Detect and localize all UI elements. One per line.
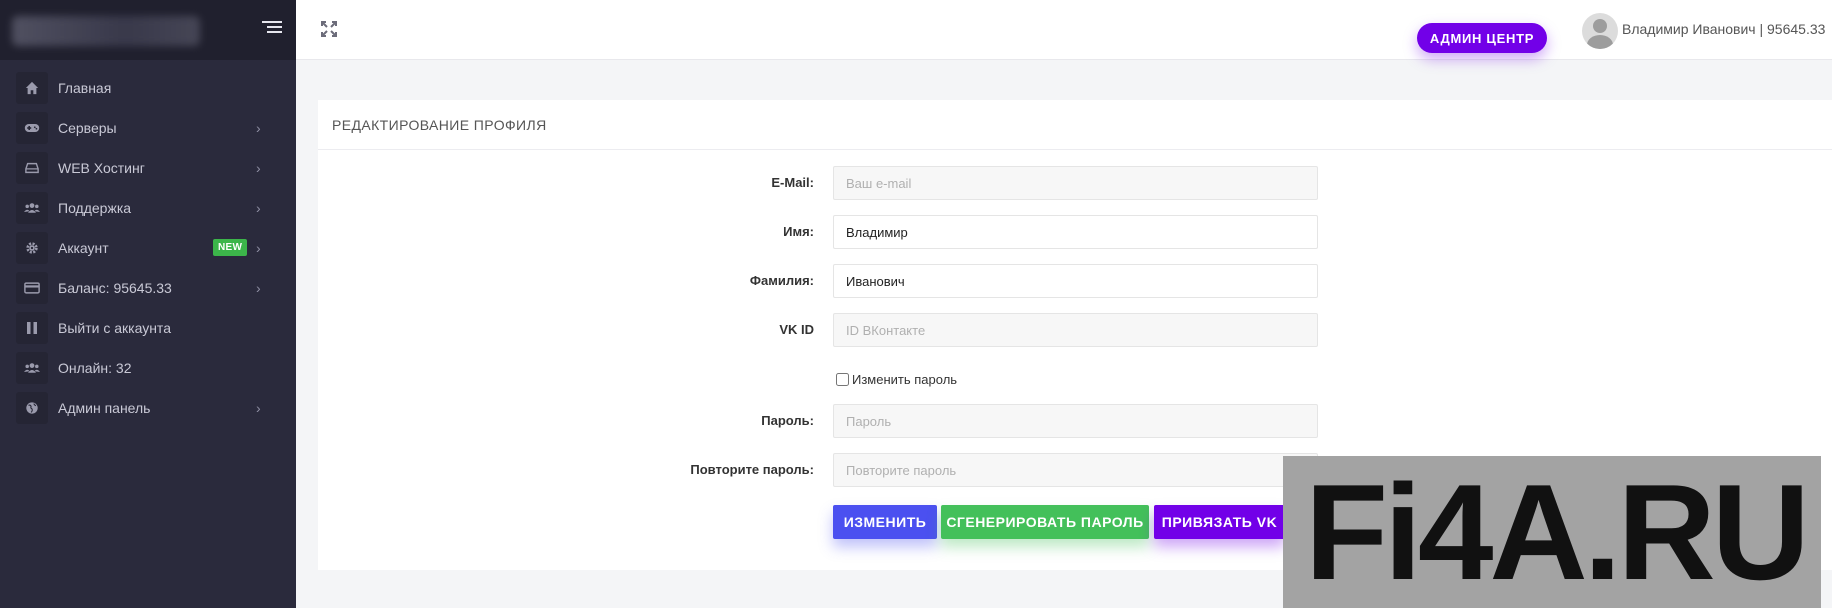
generate-password-button[interactable]: СГЕНЕРИРОВАТЬ ПАРОЛЬ	[941, 505, 1149, 539]
vk-id-field[interactable]	[833, 313, 1318, 347]
chevron-right-icon: ›	[256, 120, 261, 136]
menu-toggle-icon[interactable]	[262, 21, 282, 37]
vk-id-label: VK ID	[779, 322, 814, 337]
sidebar-item-label: Онлайн: 32	[58, 360, 132, 376]
user-info[interactable]: Владимир Иванович | 95645.33	[1622, 21, 1825, 37]
logo	[12, 16, 200, 46]
sidebar-item-label: Аккаунт	[58, 240, 109, 256]
sidebar-item-label: Админ панель	[58, 400, 151, 416]
sidebar-item-web-hosting[interactable]: WEB Хостинг ›	[0, 148, 296, 188]
sidebar-nav: Главная Серверы › WEB Хостинг › Поддержк…	[0, 68, 296, 428]
last-name-field[interactable]	[833, 264, 1318, 298]
chevron-right-icon: ›	[256, 200, 261, 216]
sidebar-item-label: Главная	[58, 80, 112, 96]
sidebar-item-home[interactable]: Главная	[0, 68, 296, 108]
home-icon	[16, 72, 48, 104]
save-button[interactable]: ИЗМЕНИТЬ	[833, 505, 937, 539]
watermark: Fi4A.RU	[1283, 456, 1821, 608]
last-name-label: Фамилия:	[749, 273, 814, 288]
chevron-right-icon: ›	[256, 400, 261, 416]
password-field[interactable]	[833, 404, 1318, 438]
sidebar-item-admin-panel[interactable]: Админ панель ›	[0, 388, 296, 428]
sidebar-item-label: Баланс: 95645.33	[58, 280, 172, 296]
sidebar-item-label: Поддержка	[58, 200, 132, 216]
password-label: Пароль:	[761, 413, 814, 428]
email-field[interactable]	[833, 166, 1318, 200]
first-name-field[interactable]	[833, 215, 1318, 249]
globe-icon	[16, 392, 48, 424]
credit-card-icon	[16, 272, 48, 304]
sidebar: Главная Серверы › WEB Хостинг › Поддержк…	[0, 0, 296, 608]
chevron-right-icon: ›	[256, 240, 261, 256]
sidebar-item-label: WEB Хостинг	[58, 160, 145, 176]
change-password-checkbox[interactable]	[836, 373, 849, 386]
sidebar-item-support[interactable]: Поддержка ›	[0, 188, 296, 228]
email-label: E-Mail:	[771, 175, 814, 190]
topbar: АДМИН ЦЕНТР Владимир Иванович | 95645.33	[296, 0, 1832, 60]
link-vk-button[interactable]: ПРИВЯЗАТЬ VK	[1154, 505, 1285, 539]
hdd-icon	[16, 152, 48, 184]
gear-icon	[16, 232, 48, 264]
gamepad-icon	[16, 112, 48, 144]
users-icon	[16, 192, 48, 224]
sidebar-item-account[interactable]: Аккаунт NEW ›	[0, 228, 296, 268]
change-password-toggle[interactable]: Изменить пароль	[836, 372, 957, 387]
fullscreen-icon[interactable]	[320, 20, 338, 38]
avatar[interactable]	[1582, 13, 1618, 49]
sidebar-item-servers[interactable]: Серверы ›	[0, 108, 296, 148]
chevron-right-icon: ›	[256, 280, 261, 296]
pause-icon	[16, 312, 48, 344]
sidebar-item-label: Серверы	[58, 120, 117, 136]
new-badge: NEW	[213, 239, 248, 256]
sidebar-item-logout[interactable]: Выйти с аккаунта	[0, 308, 296, 348]
users-icon	[16, 352, 48, 384]
password-repeat-label: Повторите пароль:	[690, 462, 814, 477]
card-title: РЕДАКТИРОВАНИЕ ПРОФИЛЯ	[318, 100, 1832, 150]
sidebar-header	[0, 0, 296, 60]
sidebar-item-balance[interactable]: Баланс: 95645.33 ›	[0, 268, 296, 308]
sidebar-item-label: Выйти с аккаунта	[58, 320, 171, 336]
change-password-label: Изменить пароль	[852, 372, 958, 387]
sidebar-item-online: Онлайн: 32	[0, 348, 296, 388]
first-name-label: Имя:	[783, 224, 814, 239]
chevron-right-icon: ›	[256, 160, 261, 176]
password-repeat-field[interactable]	[833, 453, 1318, 487]
admin-center-button[interactable]: АДМИН ЦЕНТР	[1417, 23, 1547, 53]
